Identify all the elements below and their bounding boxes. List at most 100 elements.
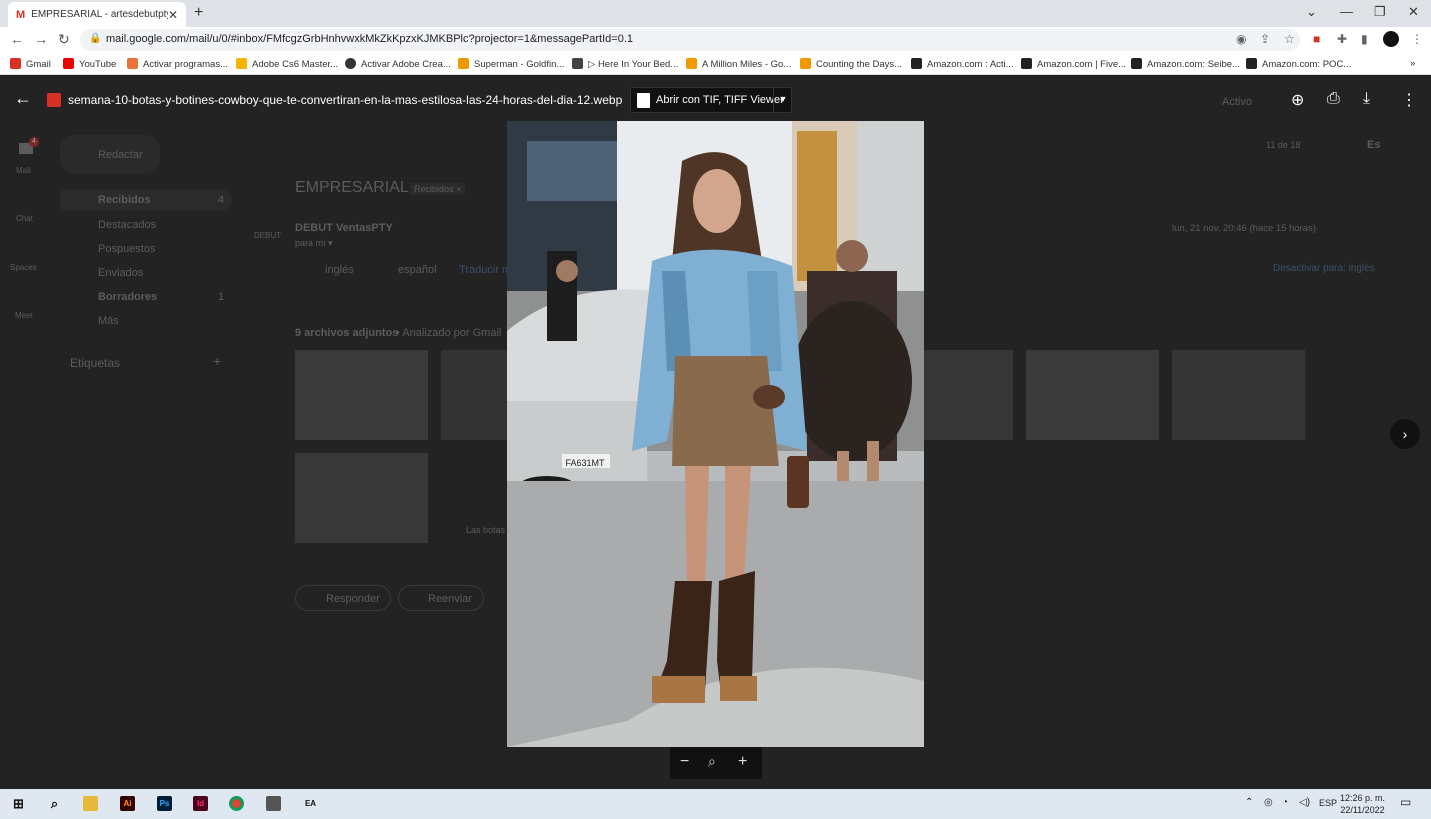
- wifi-icon[interactable]: ◔: [1282, 797, 1288, 808]
- attachment-caption: Las botas: [466, 525, 506, 535]
- zoom-in-icon[interactable]: +: [738, 753, 747, 771]
- bookmark-youtube[interactable]: YouTube: [63, 58, 116, 70]
- translate-off[interactable]: Desactivar para: inglés: [1273, 263, 1375, 274]
- tab-search-icon[interactable]: ⌄: [1306, 4, 1317, 20]
- bookmark-10[interactable]: Amazon.com: Seibe...: [1131, 58, 1240, 70]
- eye-icon[interactable]: ◉: [1236, 32, 1246, 46]
- taskbar: [0, 789, 1431, 819]
- zoom-out-icon[interactable]: −: [680, 753, 689, 771]
- image-file-icon: [47, 93, 61, 107]
- notifications-icon[interactable]: ▭: [1400, 795, 1411, 809]
- indesign-icon[interactable]: Id: [193, 796, 208, 811]
- sidebar-icon[interactable]: ▮: [1361, 32, 1368, 46]
- close-window-icon[interactable]: ✕: [1408, 4, 1419, 20]
- restore-icon[interactable]: ❐: [1374, 4, 1386, 20]
- sender-avatar: DEBUT: [254, 231, 282, 240]
- print-icon[interactable]: ⎙: [1327, 90, 1340, 108]
- add-to-drive-icon[interactable]: ⊕: [1291, 90, 1304, 110]
- more-bookmarks-icon[interactable]: »: [1410, 58, 1415, 69]
- compose-button[interactable]: Redactar: [60, 135, 160, 173]
- more-options-icon[interactable]: ⋮: [1401, 90, 1417, 110]
- open-with-dropdown-icon[interactable]: ▼: [773, 88, 792, 112]
- tray-chevron-icon[interactable]: ⌃: [1245, 797, 1253, 808]
- bookmark-2[interactable]: Adobe Cs6 Master...: [236, 58, 338, 70]
- lang-button[interactable]: Es: [1367, 139, 1380, 151]
- close-viewer-icon[interactable]: ←: [14, 88, 32, 109]
- bookmark-8[interactable]: Amazon.com : Acti...: [911, 58, 1014, 70]
- chrome-icon[interactable]: [229, 796, 244, 811]
- email-subject: EMPRESARIAL: [295, 179, 409, 196]
- minimize-icon[interactable]: —: [1340, 4, 1353, 19]
- tab-title: EMPRESARIAL - artesdebutpty@: [31, 9, 168, 20]
- menu-icon[interactable]: ⋮: [1411, 32, 1423, 46]
- status-active[interactable]: Activo: [1222, 96, 1252, 108]
- bookmark-7[interactable]: Counting the Days...: [800, 58, 902, 70]
- lock-icon: 🔒: [89, 33, 102, 44]
- bookmark-3[interactable]: Activar Adobe Crea...: [345, 58, 451, 70]
- illustrator-icon[interactable]: Ai: [120, 796, 135, 811]
- attachment-thumb[interactable]: [441, 350, 507, 440]
- add-label-icon[interactable]: +: [213, 353, 221, 369]
- new-tab-icon[interactable]: +: [194, 4, 203, 22]
- forward-icon[interactable]: →: [34, 31, 48, 47]
- recipient[interactable]: para mí ▾: [295, 238, 333, 249]
- search-icon[interactable]: ⌕: [47, 796, 62, 811]
- avatar[interactable]: [1383, 31, 1399, 47]
- attachment-thumb[interactable]: [1172, 350, 1305, 440]
- attachment-thumb[interactable]: [295, 453, 428, 543]
- photoshop-icon[interactable]: Ps: [157, 796, 172, 811]
- language-indicator[interactable]: ESP: [1319, 798, 1337, 808]
- volume-icon[interactable]: ◁): [1299, 797, 1310, 808]
- attachment-thumb[interactable]: [295, 350, 428, 440]
- app-icon[interactable]: [266, 796, 281, 811]
- attachment-thumb[interactable]: [1026, 350, 1159, 440]
- sender-name: DEBUT VentasPTY: [295, 222, 393, 234]
- back-icon[interactable]: ←: [10, 31, 24, 47]
- close-tab-icon[interactable]: ✕: [168, 8, 178, 22]
- bookmark-9[interactable]: Amazon.com | Five...: [1021, 58, 1126, 70]
- download-icon[interactable]: ⤓: [1363, 90, 1370, 108]
- folder-inbox[interactable]: Recibidos: [98, 194, 151, 206]
- folder-starred[interactable]: Destacados: [98, 219, 156, 231]
- rail-spaces[interactable]: Spaces: [10, 263, 37, 272]
- subject-tag[interactable]: Recibidos ×: [410, 183, 466, 195]
- drafts-count: 1: [218, 291, 225, 303]
- star-icon[interactable]: ☆: [1284, 32, 1295, 46]
- clock-time: 12:26 p. m.: [1340, 793, 1386, 803]
- next-image-button[interactable]: ›: [1390, 419, 1420, 449]
- folder-sent[interactable]: Enviados: [98, 267, 143, 279]
- extension-icon[interactable]: ■: [1313, 32, 1320, 46]
- rail-mail[interactable]: Mail: [16, 166, 31, 175]
- attachment-thumb[interactable]: [924, 350, 1013, 440]
- network-icon[interactable]: ◎: [1264, 797, 1273, 808]
- browser-tab[interactable]: M EMPRESARIAL - artesdebutpty@ ✕: [8, 2, 186, 27]
- inbox-count: 4: [218, 194, 225, 206]
- scanned-note: • Analizado por Gmail: [396, 327, 502, 339]
- share-icon[interactable]: ⇪: [1260, 32, 1270, 46]
- bookmark-11[interactable]: Amazon.com: POC...: [1246, 58, 1351, 70]
- rail-chat[interactable]: Chat: [16, 214, 33, 223]
- bookmark-gmail[interactable]: Gmail: [10, 58, 51, 70]
- open-with-button[interactable]: Abrir con TIF, TIFF Viewer ▼: [630, 87, 792, 113]
- address-input[interactable]: 🔒 mail.google.com/mail/u/0/#inbox/FMfcgz…: [80, 29, 1300, 51]
- bookmark-1[interactable]: Activar programas...: [127, 58, 228, 70]
- translate-to[interactable]: español: [398, 264, 437, 276]
- folder-drafts[interactable]: Borradores: [98, 291, 157, 303]
- bookmark-4[interactable]: Superman - Goldfin...: [458, 58, 564, 70]
- forward-button[interactable]: Reenviar: [398, 585, 484, 611]
- ea-icon[interactable]: EA: [303, 796, 318, 811]
- bookmark-6[interactable]: A Million Miles - Go...: [686, 58, 791, 70]
- clock[interactable]: 12:26 p. m. 22/11/2022: [1340, 792, 1385, 816]
- reply-button[interactable]: Responder: [295, 585, 391, 611]
- folder-more[interactable]: Más: [98, 315, 119, 327]
- puzzle-icon[interactable]: ✚: [1337, 32, 1347, 46]
- windows-start-icon[interactable]: ⊞: [11, 796, 26, 811]
- bookmark-5[interactable]: ▷ Here In Your Bed...: [572, 58, 678, 70]
- file-explorer-icon[interactable]: [83, 796, 98, 811]
- rail-meet[interactable]: Meet: [15, 311, 33, 320]
- open-with-label: Abrir con TIF, TIFF Viewer: [656, 94, 784, 106]
- magnifier-icon[interactable]: ⌕: [708, 753, 716, 770]
- folder-snoozed[interactable]: Pospuestos: [98, 243, 155, 255]
- translate-from[interactable]: inglés: [325, 264, 354, 276]
- reload-icon[interactable]: ↻: [58, 31, 70, 48]
